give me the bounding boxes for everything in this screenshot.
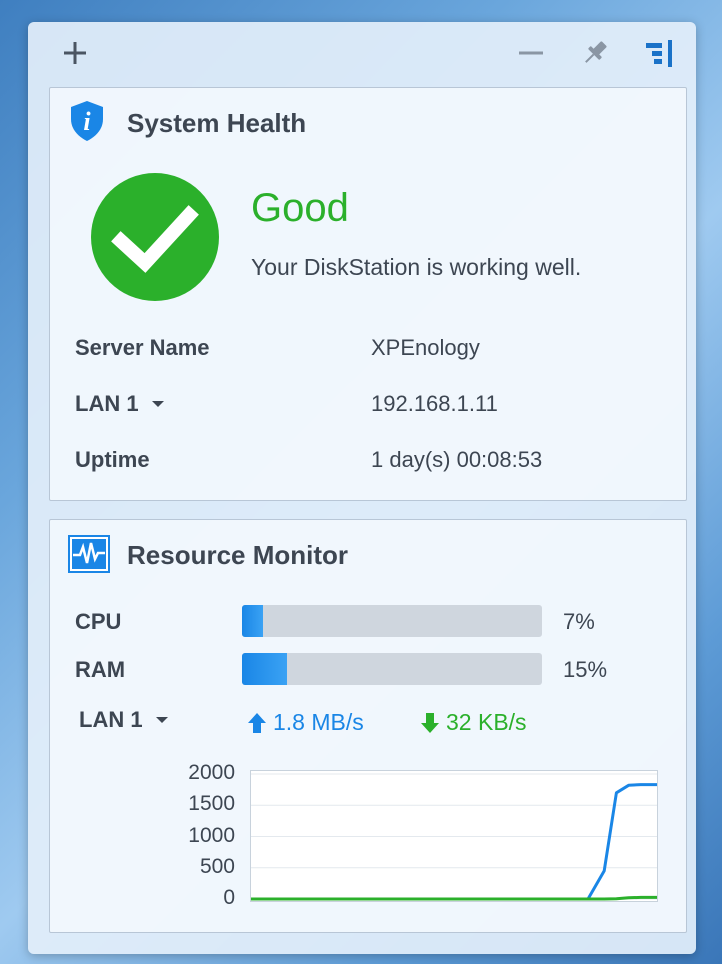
y-tick-label: 500 — [199, 854, 235, 878]
download-rate-value: 32 KB/s — [446, 709, 527, 735]
server-name-label: Server Name — [75, 335, 210, 360]
cpu-label: CPU — [75, 609, 122, 634]
caret-down-icon — [155, 717, 168, 723]
y-tick-label: 1500 — [188, 792, 235, 816]
check-circle-icon — [91, 173, 219, 301]
y-tick-label: 1000 — [188, 823, 235, 847]
lan-ip-value: 192.168.1.11 — [371, 391, 498, 416]
y-tick-label: 0 — [223, 886, 235, 909]
panel-toggle-button[interactable] — [642, 38, 676, 68]
caret-down-icon — [151, 401, 164, 407]
upload-arrow-icon — [248, 712, 266, 733]
panel-toggle-icon — [646, 40, 672, 67]
download-arrow-icon — [421, 712, 439, 733]
ram-percent: 15% — [563, 657, 608, 682]
system-health-card: i System Health Good Your DiskStation is… — [49, 87, 687, 501]
resource-monitor-title: Resource Monitor — [127, 540, 349, 570]
download-rate: 32 KB/s — [420, 709, 527, 736]
y-tick-label: 2000 — [188, 761, 235, 784]
health-status-message: Your DiskStation is working well. — [251, 254, 582, 280]
shield-info-icon: i — [71, 101, 103, 141]
resource-monitor-icon — [68, 535, 110, 573]
minimize-button[interactable] — [516, 38, 546, 68]
upload-rate: 1.8 MB/s — [247, 709, 364, 736]
health-status: Good — [251, 186, 349, 230]
pin-button[interactable] — [578, 36, 612, 70]
cpu-percent: 7% — [563, 609, 595, 634]
network-lan-selector[interactable]: LAN 1 — [79, 707, 169, 733]
ram-label: RAM — [75, 657, 126, 682]
uptime-value: 1 day(s) 00:08:53 — [371, 447, 543, 472]
system-health-title: System Health — [127, 108, 307, 138]
ram-usage-bar — [242, 653, 542, 685]
cpu-usage-fill — [242, 605, 263, 637]
minus-icon — [519, 51, 543, 55]
upload-series-line — [251, 783, 657, 901]
server-name-value: XPEnology — [371, 335, 480, 360]
pin-icon — [585, 41, 607, 63]
cpu-usage-bar — [242, 605, 542, 637]
uptime-label: Uptime — [75, 447, 150, 472]
network-lan-label: LAN 1 — [79, 707, 143, 732]
resource-monitor-card: Resource Monitor CPU 7% RAM 15% LAN 1 1.… — [49, 519, 687, 933]
download-series-line — [251, 895, 657, 901]
ram-usage-fill — [242, 653, 287, 685]
svg-text:i: i — [83, 107, 91, 136]
widget-panel: i System Health Good Your DiskStation is… — [28, 22, 696, 954]
lan-selector[interactable]: LAN 1 — [75, 391, 165, 417]
network-chart — [250, 770, 658, 902]
lan-label: LAN 1 — [75, 391, 139, 416]
plus-icon — [64, 42, 86, 64]
upload-rate-value: 1.8 MB/s — [273, 709, 364, 735]
add-widget-button[interactable] — [60, 38, 90, 68]
